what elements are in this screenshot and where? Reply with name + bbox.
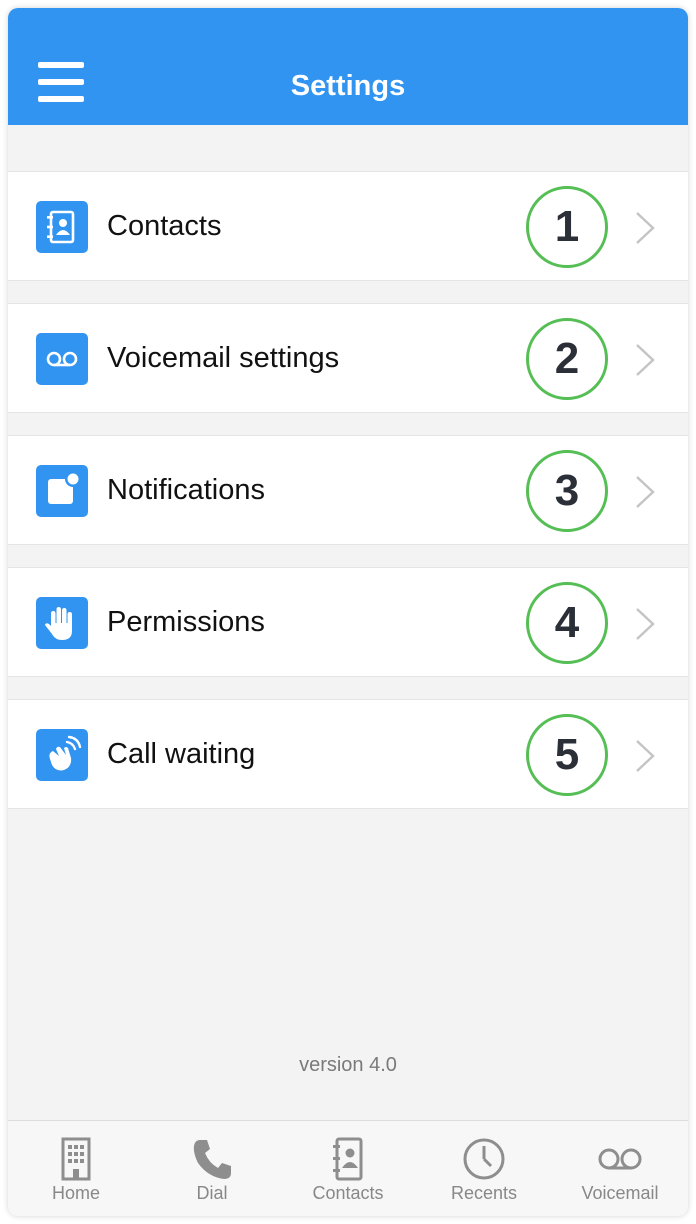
chevron-right-icon [636,608,655,640]
phone-icon [193,1140,231,1179]
waving-hand-icon [36,729,88,781]
settings-item-label: Notifications [107,474,265,506]
step-number-badge: 3 [526,450,608,532]
clock-icon [463,1138,505,1180]
settings-item-contacts[interactable]: Contacts 1 [8,171,688,281]
chevron-right-icon [636,476,655,508]
building-icon [61,1137,91,1181]
tab-contacts[interactable]: Contacts [280,1121,416,1216]
hand-icon [36,597,88,649]
settings-item-label: Permissions [107,606,265,638]
step-number-badge: 5 [526,714,608,796]
bottom-tab-bar: Home Dial Contacts Recents Voicemail [8,1120,688,1216]
step-number-badge: 2 [526,318,608,400]
tab-label: Recents [450,1183,518,1203]
voicemail-icon [36,333,88,385]
tab-label: Voicemail [581,1183,659,1203]
settings-item-label: Call waiting [107,738,256,770]
voicemail-icon [598,1148,642,1170]
page-title: Settings [290,70,406,102]
tab-label: Contacts [312,1183,384,1203]
chevron-right-icon [636,740,655,772]
notification-badge-icon [36,465,88,517]
settings-item-label: Voicemail settings [107,342,340,374]
tab-label: Dial [196,1183,228,1203]
tab-dial[interactable]: Dial [144,1121,280,1216]
app-header: Settings [8,8,688,125]
settings-item-permissions[interactable]: Permissions 4 [8,567,688,677]
settings-item-label: Contacts [107,210,222,242]
address-book-icon [36,201,88,253]
step-number-badge: 1 [526,186,608,268]
tab-label: Home [51,1183,100,1203]
app-frame: Settings Contacts 1 Voicemail settings 2… [8,8,688,1216]
tab-recents[interactable]: Recents [416,1121,552,1216]
chevron-right-icon [636,344,655,376]
settings-item-notifications[interactable]: Notifications 3 [8,435,688,545]
tab-home[interactable]: Home [8,1121,144,1216]
step-number-badge: 4 [526,582,608,664]
app-version: version 4.0 [299,1054,397,1076]
tab-voicemail[interactable]: Voicemail [552,1121,688,1216]
settings-item-voicemail[interactable]: Voicemail settings 2 [8,303,688,413]
settings-item-call-waiting[interactable]: Call waiting 5 [8,699,688,809]
address-book-icon [333,1137,363,1181]
chevron-right-icon [636,212,655,244]
